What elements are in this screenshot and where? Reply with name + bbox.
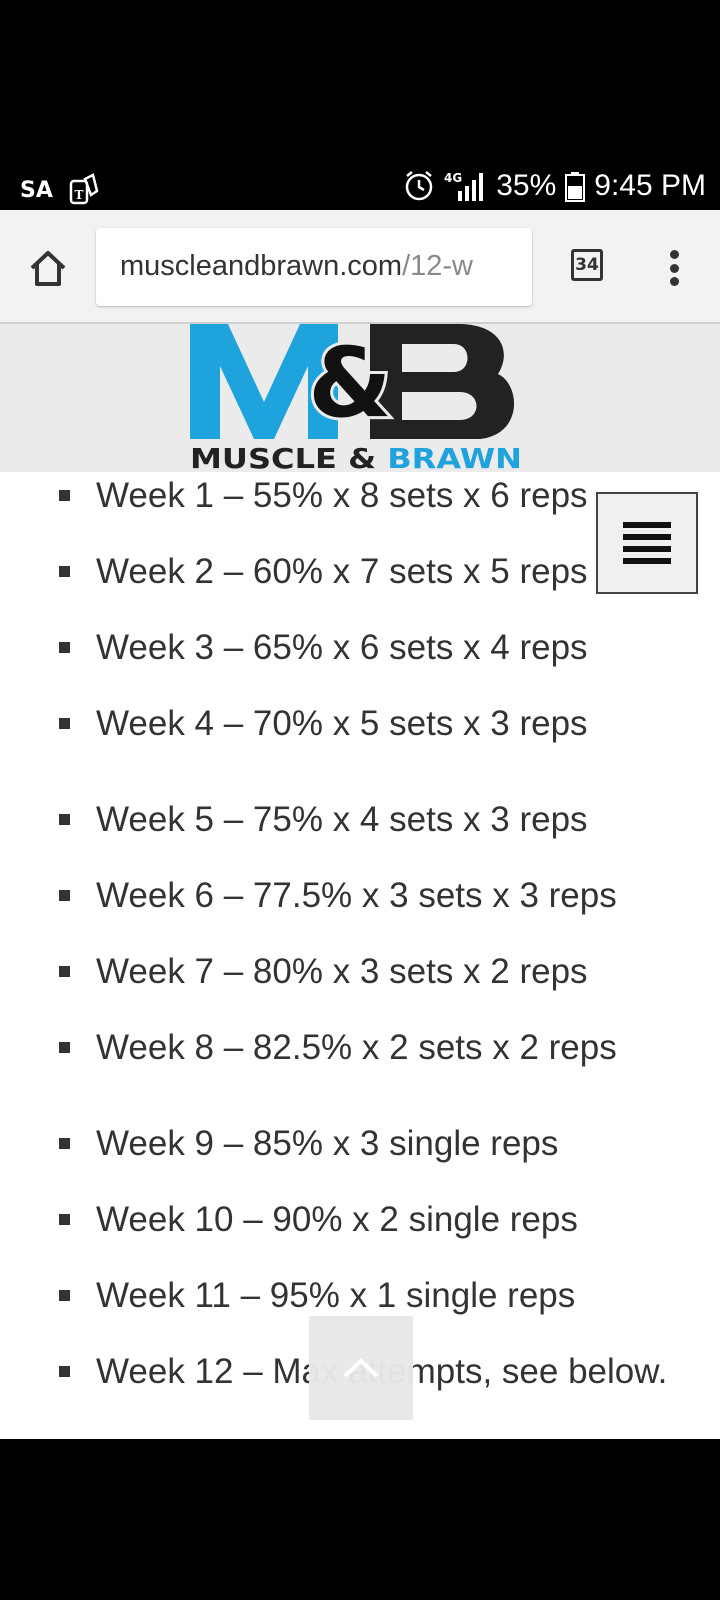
bullet-icon (59, 1366, 70, 1377)
bullet-icon (59, 966, 70, 977)
site-header: & MUSCLE & BRAWN (0, 324, 720, 472)
week-list-item: Week 4 – 70% x 5 sets x 3 reps (0, 700, 720, 750)
bullet-icon (59, 642, 70, 653)
bullet-icon (59, 1042, 70, 1053)
screen-bottom (0, 1439, 720, 1600)
week-text: Week 4 – 70% x 5 sets x 3 reps (96, 704, 588, 743)
logo-wordmark: MUSCLE & BRAWN (190, 442, 522, 472)
week-list-item: Week 10 – 90% x 2 single reps (0, 1196, 720, 1246)
clock: 9:45 PM (594, 169, 706, 202)
week-text: Week 1 – 55% x 8 sets x 6 reps (96, 476, 588, 515)
week-text: Week 7 – 80% x 3 sets x 2 reps (96, 952, 588, 991)
more-vert-icon[interactable] (662, 246, 686, 290)
browser-toolbar: muscleandbrawn.com/12-w 34 (0, 210, 720, 324)
network-type-label: 4G (444, 171, 462, 185)
week-list-item: Week 11 – 95% x 1 single reps (0, 1272, 720, 1322)
week-text: Week 3 – 65% x 6 sets x 4 reps (96, 628, 588, 667)
scroll-to-top-button[interactable] (309, 1316, 413, 1420)
url-text: muscleandbrawn.com/12-w (120, 250, 473, 283)
url-path: /12-w (402, 250, 473, 282)
menu-toggle-button[interactable] (596, 492, 698, 594)
logo-ampersand: & (308, 327, 392, 439)
carrier-label: SA (20, 177, 53, 203)
signal-icon: 4G (444, 169, 488, 203)
bullet-icon (59, 566, 70, 577)
svg-text:T: T (74, 188, 83, 202)
tab-switcher-button[interactable]: 34 (571, 249, 603, 281)
status-bar: SA T 4G 35% 9:45 PM (0, 165, 720, 210)
home-icon (30, 251, 66, 286)
week-text: Week 10 – 90% x 2 single reps (96, 1200, 578, 1239)
battery-icon (564, 169, 586, 203)
home-button[interactable] (26, 246, 70, 290)
battery-percent: 35% (496, 169, 557, 202)
bullet-icon (59, 1214, 70, 1225)
week-text: Week 9 – 85% x 3 single reps (96, 1124, 559, 1163)
week-list-item: Week 9 – 85% x 3 single reps (0, 1120, 720, 1170)
site-logo[interactable]: & MUSCLE & BRAWN (190, 324, 530, 472)
bullet-icon (59, 1138, 70, 1149)
url-fade (492, 228, 532, 306)
chevron-up-icon (343, 1358, 379, 1378)
url-domain: muscleandbrawn.com (120, 250, 403, 282)
week-list-item: Week 5 – 75% x 4 sets x 3 reps (0, 796, 720, 846)
week-text: Week 8 – 82.5% x 2 sets x 2 reps (96, 1028, 617, 1067)
week-text: Week 11 – 95% x 1 single reps (96, 1276, 576, 1315)
bullet-icon (59, 1290, 70, 1301)
web-page: & MUSCLE & BRAWN Week 1 – 55% x 8 sets x… (0, 324, 720, 1439)
alarm-icon (402, 169, 436, 203)
bullet-icon (59, 490, 70, 501)
week-text: Week 2 – 60% x 7 sets x 5 reps (96, 552, 588, 591)
bullet-icon (59, 814, 70, 825)
week-list-item: Week 6 – 77.5% x 3 sets x 3 reps (0, 872, 720, 922)
tmobile-notification-icon: T (67, 173, 101, 207)
week-list-item: Week 8 – 82.5% x 2 sets x 2 reps (0, 1024, 720, 1074)
url-bar[interactable]: muscleandbrawn.com/12-w (96, 228, 532, 306)
week-text: Week 5 – 75% x 4 sets x 3 reps (96, 800, 588, 839)
week-list-item: Week 7 – 80% x 3 sets x 2 reps (0, 948, 720, 998)
week-list-item: Week 3 – 65% x 6 sets x 4 reps (0, 624, 720, 674)
week-text: Week 6 – 77.5% x 3 sets x 3 reps (96, 876, 617, 915)
bullet-icon (59, 890, 70, 901)
bullet-icon (59, 718, 70, 729)
